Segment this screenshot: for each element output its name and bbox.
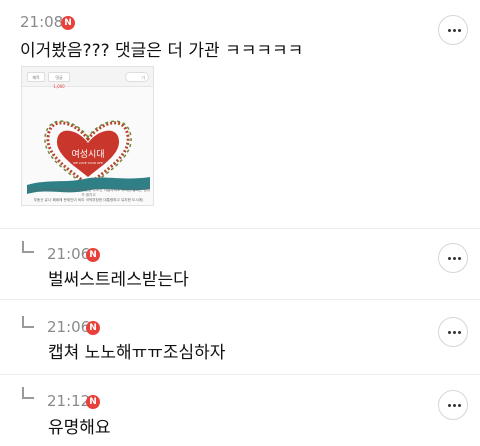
- more-dot: [453, 29, 456, 32]
- comment-text: 유명해요: [48, 418, 111, 438]
- more-dot: [458, 331, 461, 334]
- image-caption-line-2: 부동산 유나 폐쇄에 문제인이 비리 국적부정한 대통령하고 유치한 도시에): [33, 198, 144, 202]
- comment-image[interactable]: 제목 댓글 1,000 가 여성시대 WE LOVE YOUR LIFE (대선…: [21, 66, 154, 206]
- more-dot: [453, 257, 456, 260]
- more-dot: [458, 257, 461, 260]
- heart-illustration: 여성시대 WE LOVE YOUR LIFE: [27, 120, 150, 194]
- comment-text: 벌써스트레스받는다: [48, 270, 189, 290]
- reply-arrow-icon: [22, 387, 34, 399]
- new-badge-icon: N: [86, 248, 100, 262]
- more-dot: [458, 404, 461, 407]
- comment-3: 21:06 N 캡쳐 노노해ㅠㅠ조심하자: [0, 300, 480, 374]
- comment-1: 21:08 N 이거봤음??? 댓글은 더 가관 ㅋㅋㅋㅋㅋ 제목 댓글 1,0…: [0, 0, 480, 228]
- new-badge-icon: N: [61, 16, 75, 30]
- more-dot: [448, 29, 451, 32]
- more-dot: [448, 404, 451, 407]
- heart-title: 여성시대: [71, 148, 104, 160]
- heart-subtitle: WE LOVE YOUR LIFE: [73, 161, 103, 165]
- image-caption-line-1: (대선이 다가오면서 또 혐한 등 정치인 관련 무조건 차별하셔도 되지만 발…: [26, 188, 151, 197]
- more-options-button[interactable]: [438, 243, 468, 273]
- comment-text: 이거봤음??? 댓글은 더 가관 ㅋㅋㅋㅋㅋ: [20, 41, 304, 61]
- comment-2: 21:06 N 벌써스트레스받는다: [0, 229, 480, 299]
- reply-arrow-icon: [22, 316, 34, 328]
- more-options-button[interactable]: [438, 390, 468, 420]
- comment-time: 21:12: [47, 392, 91, 410]
- comment-time: 21:06: [47, 318, 91, 336]
- more-dot: [458, 29, 461, 32]
- more-dot: [453, 331, 456, 334]
- comment-time: 21:08: [20, 13, 64, 31]
- more-dot: [453, 404, 456, 407]
- reply-arrow-icon: [22, 241, 34, 253]
- more-options-button[interactable]: [438, 15, 468, 45]
- comment-4: 21:12 N 유명해요: [0, 375, 480, 446]
- more-options-button[interactable]: [438, 317, 468, 347]
- new-badge-icon: N: [86, 321, 100, 335]
- more-dot: [448, 257, 451, 260]
- comment-text: 캡쳐 노노해ㅠㅠ조심하자: [48, 343, 226, 363]
- more-dot: [448, 331, 451, 334]
- comment-time: 21:06: [47, 245, 91, 263]
- new-badge-icon: N: [86, 395, 100, 409]
